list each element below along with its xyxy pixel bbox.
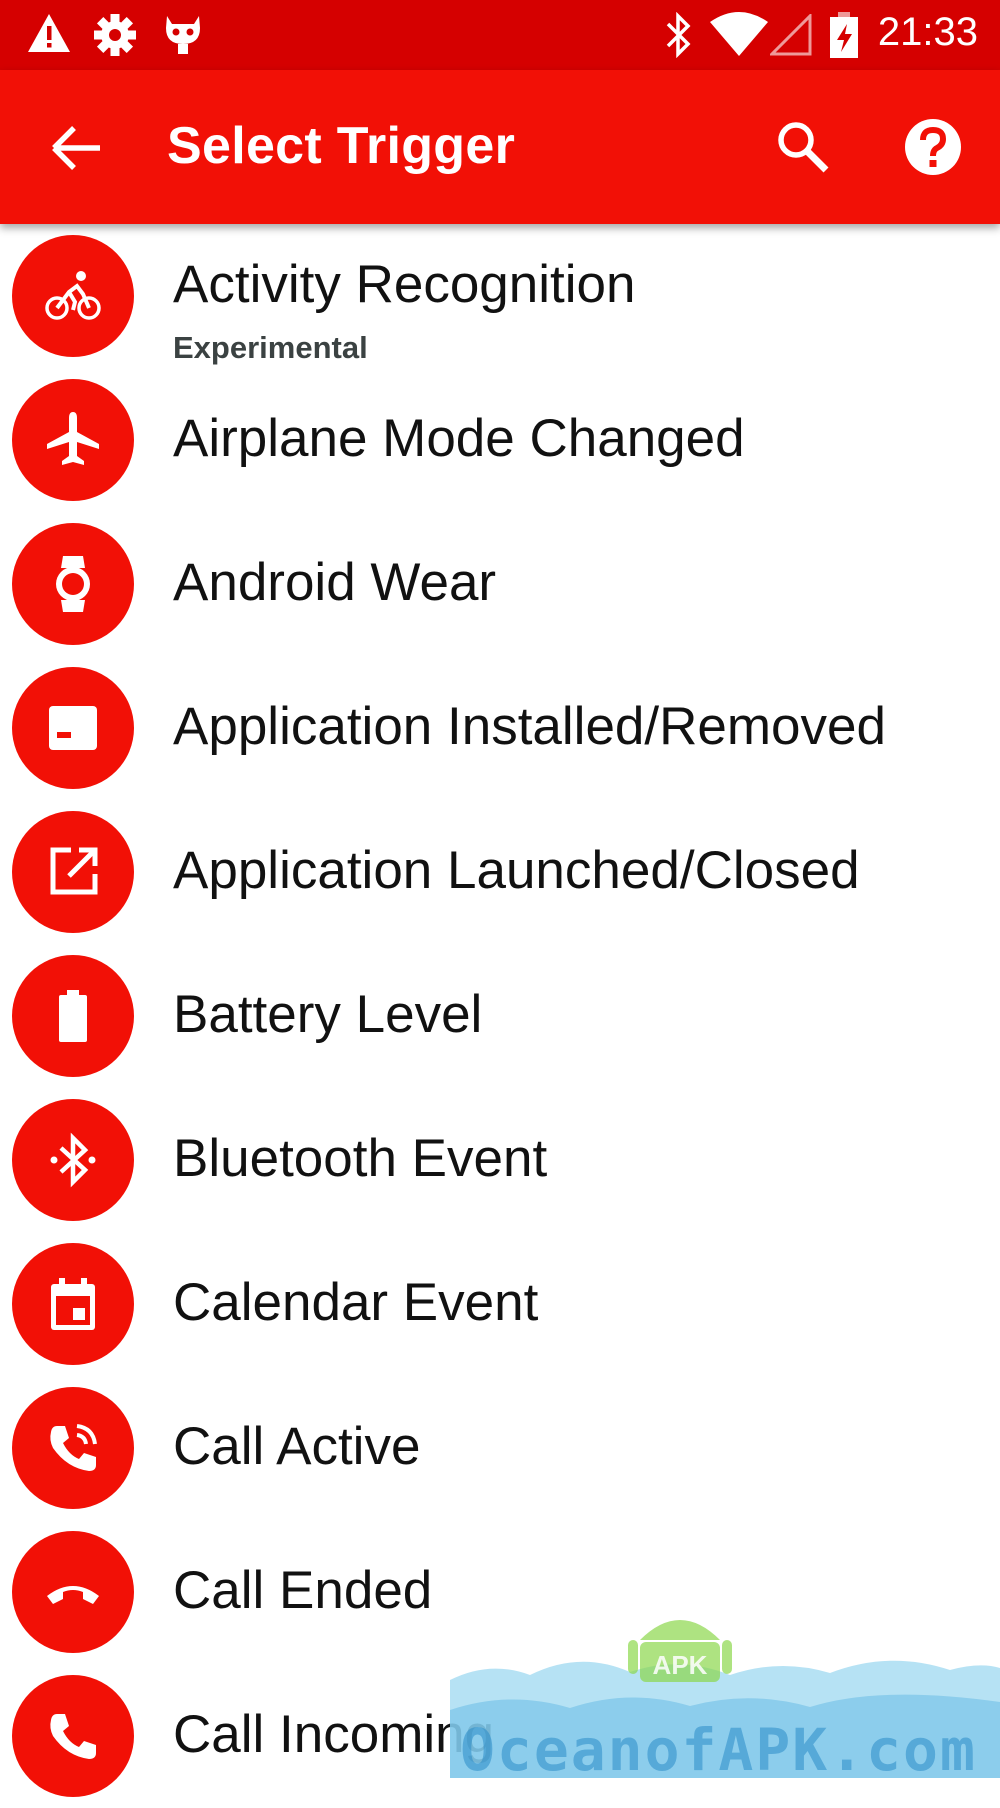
icon-circle xyxy=(12,379,134,501)
list-item-android-wear[interactable]: Android Wear xyxy=(0,512,1000,656)
battery-icon xyxy=(59,990,87,1042)
trigger-label: Bluetooth Event xyxy=(173,1129,548,1188)
list-item-battery-level[interactable]: Battery Level xyxy=(0,944,1000,1088)
icon-circle xyxy=(12,1099,134,1221)
phone-icon xyxy=(50,1714,96,1759)
icon-circle xyxy=(12,811,134,933)
launch-icon xyxy=(50,847,98,895)
icon-circle xyxy=(12,235,134,357)
trigger-sublabel: Experimental xyxy=(173,330,368,365)
list-item-activity-recognition[interactable]: Activity Recognition Experimental xyxy=(0,224,1000,368)
list-item-calendar-event[interactable]: Calendar Event xyxy=(0,1232,1000,1376)
icon-circle xyxy=(12,1675,134,1797)
icon-circle xyxy=(12,1243,134,1365)
bike-icon xyxy=(45,271,101,320)
clock-time: 21:33 xyxy=(877,10,978,54)
watermark: APK OceanofAPK.com xyxy=(450,1620,1000,1778)
icon-circle xyxy=(12,523,134,645)
trigger-label: Battery Level xyxy=(173,985,483,1044)
list-item-application-installed-removed[interactable]: Application Installed/Removed xyxy=(0,656,1000,800)
status-bar: 21:33 xyxy=(0,0,1000,70)
search-icon[interactable] xyxy=(770,114,834,178)
trigger-label: Call Ended xyxy=(173,1561,433,1620)
trigger-label: Application Launched/Closed xyxy=(173,841,860,900)
list-item-application-launched-closed[interactable]: Application Launched/Closed xyxy=(0,800,1000,944)
trigger-label: Android Wear xyxy=(173,553,497,612)
trigger-label: Application Installed/Removed xyxy=(173,697,886,756)
wifi-icon xyxy=(710,12,768,56)
app-box-icon xyxy=(49,706,97,750)
page-title: Select Trigger xyxy=(167,117,516,175)
watermark-text: OceanofAPK.com xyxy=(460,1716,977,1778)
list-item-call-active[interactable]: Call Active xyxy=(0,1376,1000,1520)
trigger-label: Calendar Event xyxy=(173,1273,539,1332)
calendar-icon xyxy=(51,1278,95,1330)
list-item-airplane-mode-changed[interactable]: Airplane Mode Changed xyxy=(0,368,1000,512)
airplane-icon xyxy=(47,412,99,465)
trigger-label: Call Incoming xyxy=(173,1705,495,1764)
trigger-label: Activity Recognition xyxy=(173,255,636,314)
battery-charging-icon xyxy=(830,12,858,58)
no-signal-icon xyxy=(770,14,812,56)
back-arrow-icon[interactable] xyxy=(48,118,108,178)
icon-circle xyxy=(12,667,134,789)
call-end-icon xyxy=(47,1586,99,1604)
bluetooth-icon xyxy=(50,1132,96,1188)
watermark-badge-text: APK xyxy=(653,1650,708,1680)
trigger-label: Call Active xyxy=(173,1417,421,1476)
phone-in-talk-icon xyxy=(50,1424,97,1471)
icon-circle xyxy=(12,955,134,1077)
help-icon[interactable] xyxy=(902,116,964,178)
icon-circle xyxy=(12,1387,134,1509)
list-item-bluetooth-event[interactable]: Bluetooth Event xyxy=(0,1088,1000,1232)
bluetooth-icon xyxy=(666,12,691,58)
app-bar: Select Trigger xyxy=(0,70,1000,224)
warning-icon xyxy=(28,14,70,52)
watch-icon xyxy=(56,556,90,612)
icon-circle xyxy=(12,1531,134,1653)
trigger-label: Airplane Mode Changed xyxy=(173,409,745,468)
settings-icon xyxy=(94,14,136,56)
android-robot-icon xyxy=(166,16,200,54)
